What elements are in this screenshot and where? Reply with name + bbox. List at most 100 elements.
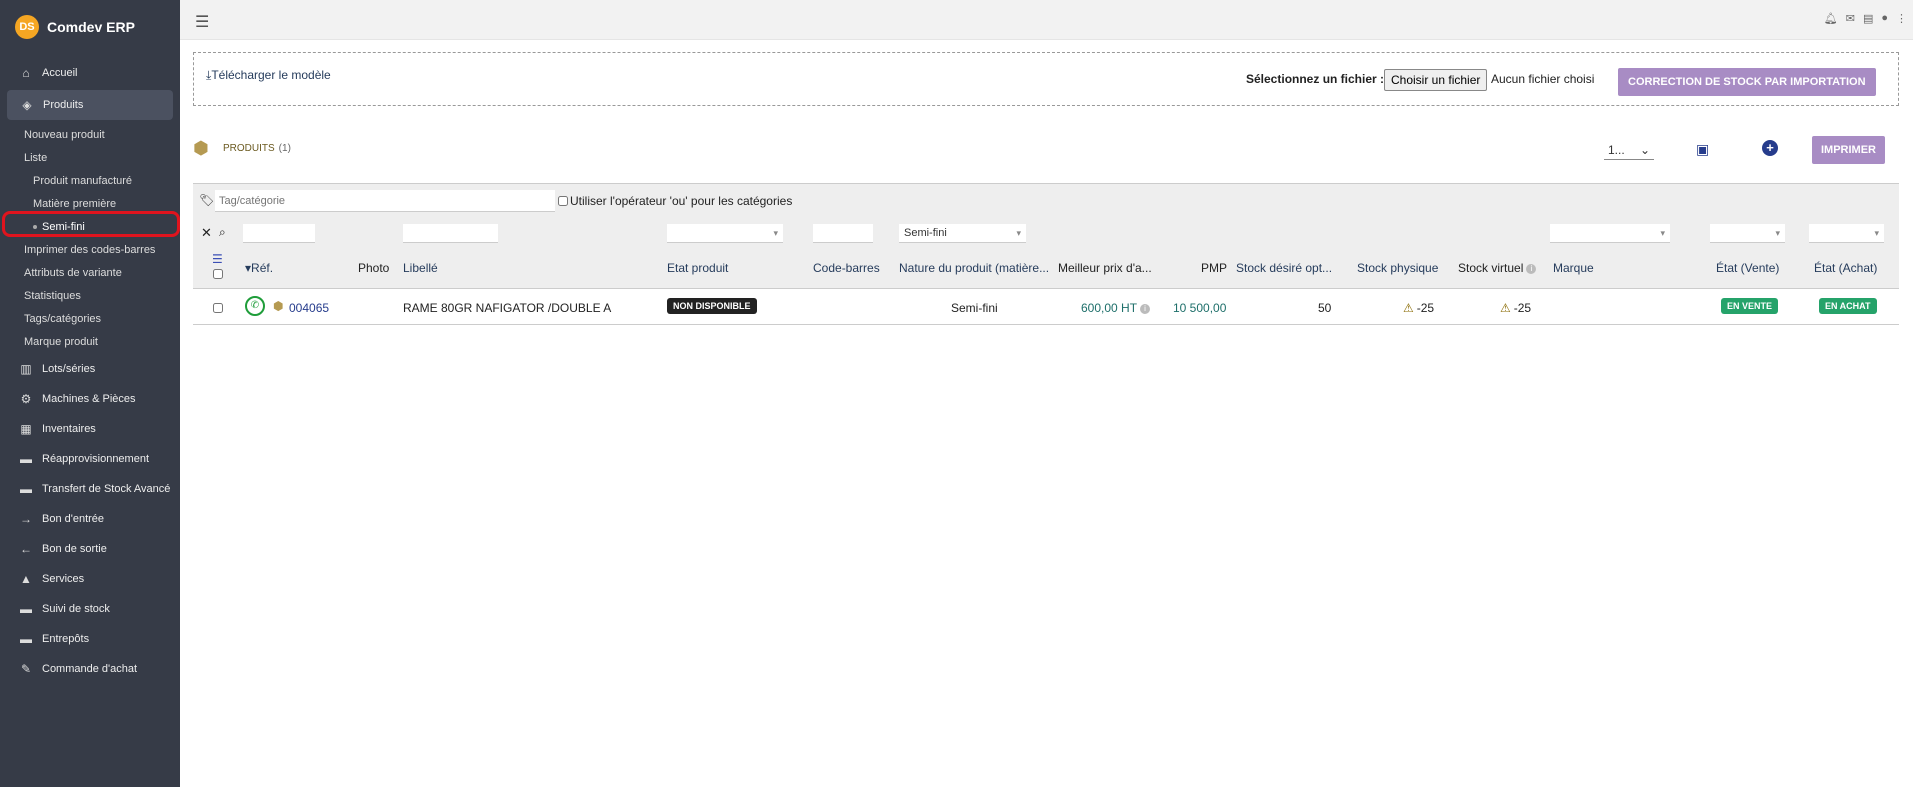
more-icon[interactable]: ⋮	[1896, 12, 1907, 25]
page-select[interactable]: 1... ⌄	[1604, 140, 1654, 160]
warehouse-icon: ▬	[20, 632, 32, 646]
sidebar-item-label: Inventaires	[42, 423, 96, 435]
sidebar-item-label: Entrepôts	[42, 633, 90, 645]
choose-file-button[interactable]: Choisir un fichier	[1384, 69, 1488, 91]
barcode-filter-input[interactable]	[813, 224, 873, 243]
column-stock-desired[interactable]: Stock désiré opt...	[1236, 261, 1332, 275]
column-best-price[interactable]: Meilleur prix d'a...	[1058, 261, 1152, 275]
page-select-value: 1...	[1608, 142, 1625, 157]
column-state-sale[interactable]: État (Vente)	[1716, 261, 1779, 275]
download-template-link[interactable]: ⤓Télécharger le modèle	[206, 68, 331, 83]
brand-filter-select[interactable]	[1550, 224, 1670, 243]
hamburger-icon[interactable]: ☰	[195, 12, 209, 32]
table-row[interactable]: ✆ ⬢ 004065 RAME 80GR NAFIGATOR /DOUBLE A…	[193, 289, 1899, 325]
row-nature: Semi-fini	[951, 301, 998, 315]
sidebar-item-machines[interactable]: ⚙ Machines & Pièces	[0, 384, 180, 414]
truck-icon: ▬	[20, 452, 32, 466]
sub-item-attributs-variante[interactable]: Attributs de variante	[0, 262, 180, 285]
sidebar-item-suivi-stock[interactable]: ▬ Suivi de stock	[0, 594, 180, 624]
select-all-checkbox[interactable]	[213, 269, 223, 279]
list-icon[interactable]: ☰	[212, 252, 223, 266]
box-icon: ◈	[22, 98, 32, 112]
sub-item-matiere-premiere[interactable]: Matière première	[0, 193, 180, 216]
sidebar-item-entrepots[interactable]: ▬ Entrepôts	[0, 624, 180, 654]
row-ref-link[interactable]: 004065	[289, 301, 329, 315]
state-sale-filter-select[interactable]	[1710, 224, 1785, 243]
sidebar-item-produits[interactable]: ◈ Produits	[7, 90, 173, 120]
sidebar-item-commande-achat[interactable]: ✎ Commande d'achat	[0, 654, 180, 684]
clipboard-icon[interactable]: ▤	[1863, 12, 1873, 25]
column-ref[interactable]: ▾Réf.	[245, 261, 273, 275]
page-title: PRODUITS	[223, 142, 275, 154]
column-pmp[interactable]: PMP	[1201, 261, 1227, 275]
services-icon: ▲	[20, 572, 32, 586]
status-badge-sale[interactable]: EN VENTE	[1721, 298, 1779, 314]
row-checkbox[interactable]	[213, 303, 223, 313]
import-stock-button[interactable]: CORRECTION DE STOCK PAR IMPORTATION	[1618, 68, 1876, 96]
chat-icon[interactable]: ✉	[1846, 12, 1855, 25]
sub-item-imprimer-codes-barres[interactable]: Imprimer des codes-barres	[0, 239, 180, 262]
nature-filter-select[interactable]: Semi-fini	[899, 224, 1026, 243]
add-product-icon[interactable]: +	[1762, 140, 1778, 156]
warning-icon: ⚠	[1403, 301, 1414, 315]
arrow-right-icon: →	[20, 512, 32, 526]
column-state-purchase[interactable]: État (Achat)	[1814, 261, 1877, 275]
row-stock-virtual-value: -25	[1513, 301, 1532, 315]
download-label: Télécharger le modèle	[211, 68, 331, 82]
sidebar-item-bon-sortie[interactable]: ← Bon de sortie	[0, 534, 180, 564]
sidebar-item-lots-series[interactable]: ▥ Lots/séries	[0, 354, 180, 384]
status-badge-purchase[interactable]: EN ACHAT	[1819, 298, 1877, 314]
sub-item-tags-categories[interactable]: Tags/catégories	[0, 308, 180, 331]
clear-filters-icon[interactable]: ✕	[201, 225, 212, 241]
barcode-icon: ▥	[20, 362, 32, 376]
column-photo[interactable]: Photo	[358, 261, 389, 275]
column-stock-virtual-label: Stock virtuel	[1458, 261, 1524, 275]
or-operator-label: Utiliser l'opérateur 'ou' pour les catég…	[570, 194, 793, 208]
chevron-down-icon: ⌄	[1639, 142, 1650, 157]
sub-item-liste[interactable]: Liste	[0, 147, 180, 170]
sidebar-item-services[interactable]: ▲ Services	[0, 564, 180, 594]
column-stock-physical[interactable]: Stock physique	[1357, 261, 1438, 275]
row-stock-physical: ⚠ -25	[1403, 301, 1434, 315]
brand[interactable]: DS Comdev ERP	[0, 0, 180, 54]
import-box: ⤓Télécharger le modèle Sélectionnez un f…	[193, 52, 1899, 106]
sidebar-item-label: Produits	[43, 99, 84, 111]
info-icon[interactable]: i	[1140, 303, 1151, 314]
whatsapp-icon[interactable]: ✆	[245, 296, 265, 316]
sub-item-semi-fini[interactable]: Semi-fini	[0, 216, 180, 239]
sidebar-item-label: Suivi de stock	[42, 603, 110, 615]
avatar[interactable]: ●	[1881, 12, 1888, 25]
sidebar-item-bon-entree[interactable]: → Bon d'entrée	[0, 504, 180, 534]
file-label: Sélectionnez un fichier :	[1246, 72, 1385, 86]
sidebar-item-accueil[interactable]: ⌂ Accueil	[0, 58, 180, 88]
home-icon: ⌂	[22, 66, 30, 80]
tag-icon: 🏷︎	[199, 193, 215, 207]
sub-item-marque-produit[interactable]: Marque produit	[0, 331, 180, 354]
tag-category-input[interactable]	[215, 190, 555, 212]
sidebar-item-inventaires[interactable]: ▦ Inventaires	[0, 414, 180, 444]
libelle-filter-input[interactable]	[403, 224, 498, 243]
print-button[interactable]: IMPRIMER	[1812, 136, 1885, 164]
sub-item-statistiques[interactable]: Statistiques	[0, 285, 180, 308]
state-purchase-filter-select[interactable]	[1809, 224, 1884, 243]
column-etat[interactable]: Etat produit	[667, 261, 728, 275]
sidebar-item-reapprovisionnement[interactable]: ▬ Réapprovisionnement	[0, 444, 180, 474]
ref-filter-input[interactable]	[243, 224, 315, 243]
bell-icon[interactable]: 🔔︎	[1824, 12, 1838, 25]
or-operator-checkbox[interactable]	[558, 196, 568, 206]
search-icon[interactable]: ⌕	[219, 225, 226, 240]
column-stock-virtual[interactable]: Stock virtuel i	[1458, 261, 1537, 275]
etat-filter-select[interactable]	[667, 224, 783, 243]
sidebar-item-transfert-stock[interactable]: ▬ Transfert de Stock Avancé	[0, 474, 180, 504]
column-nature[interactable]: Nature du produit (matière...	[899, 261, 1049, 275]
column-barcode[interactable]: Code-barres	[813, 261, 880, 275]
column-libelle[interactable]: Libellé	[403, 261, 438, 275]
sidebar-item-label: Services	[42, 573, 85, 585]
topbar-icons: 🔔︎ ✉ ▤ ● ⋮	[1824, 12, 1907, 25]
excel-export-icon[interactable]: ▣	[1696, 141, 1709, 158]
column-brand[interactable]: Marque	[1553, 261, 1594, 275]
sub-item-produit-manufacture[interactable]: Produit manufacturé	[0, 170, 180, 193]
sub-item-nouveau-produit[interactable]: Nouveau produit	[0, 124, 180, 147]
file-none-text: Aucun fichier choisi	[1491, 72, 1595, 86]
nature-filter-value: Semi-fini	[904, 227, 947, 239]
